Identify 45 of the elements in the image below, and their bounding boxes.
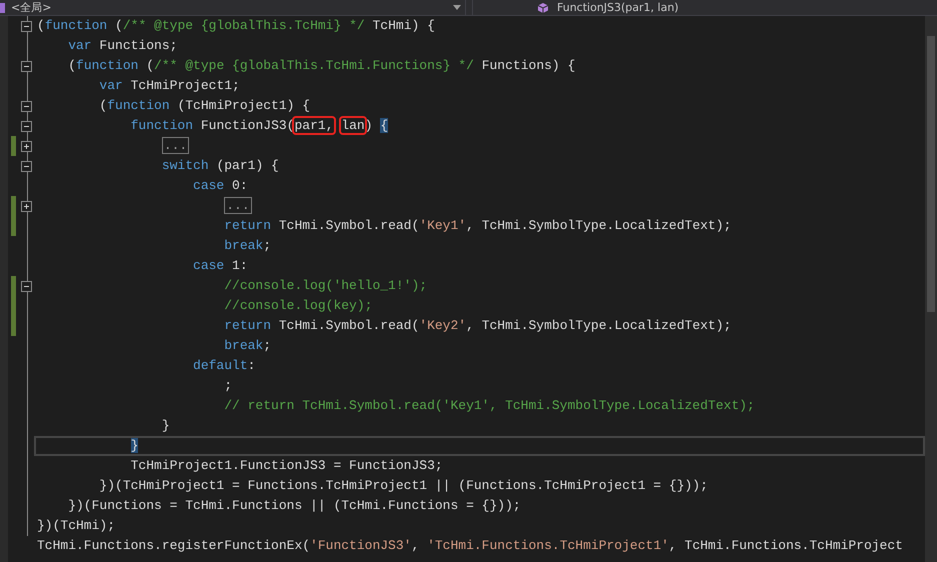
collapsed-region-button[interactable]: ... [162, 137, 190, 154]
collapse-toggle[interactable] [21, 60, 32, 72]
collapse-toggle[interactable] [21, 20, 32, 32]
collapse-toggle[interactable] [21, 120, 32, 132]
scope-dropdown[interactable]: <全局> [0, 0, 466, 15]
code-line: default: [192, 357, 256, 375]
code-line: ; [223, 377, 234, 395]
code-line: switch (par1) { [160, 157, 280, 175]
code-line: (function (/** @type {globalThis.TcHmi} */ TcHmi) { [36, 17, 436, 35]
expand-toggle[interactable] [21, 200, 32, 212]
caret-icon [453, 5, 461, 10]
collapse-toggle[interactable] [21, 100, 32, 112]
code-line: })(TcHmiProject1 = Functions.TcHmiProject1 || (Functions.TcHmiProject1 = {})); [98, 477, 709, 495]
code-line: (function (/** @type {globalThis.TcHmi.Functions} */ Functions) { [67, 57, 576, 75]
scrollbar-track[interactable] [925, 16, 937, 562]
code-line: case 1: [192, 257, 249, 275]
member-dropdown[interactable]: FunctionJS3(par1, lan) [472, 0, 937, 15]
code-line: (function (TcHmiProject1) { [98, 97, 312, 115]
highlight-box: lan [341, 118, 365, 133]
expand-toggle[interactable] [21, 140, 32, 152]
code-line: } [160, 417, 171, 435]
code-line: var TcHmiProject1; [98, 77, 241, 95]
code-line: // return TcHmi.Symbol.read('Key1', TcHmi.SymbolType.LocalizedText); [223, 397, 756, 415]
collapse-toggle[interactable] [21, 160, 32, 172]
collapse-toggle[interactable] [21, 280, 32, 292]
project-icon [0, 2, 5, 12]
scrollbar-thumb[interactable] [927, 36, 935, 312]
code-line: //console.log(key); [223, 297, 374, 315]
code-line: break; [223, 337, 272, 355]
code-line: TcHmi.Functions.registerFunctionEx('FunctionJS3', 'TcHmi.Functions.TcHmiProject1', TcHmi.Functions.TcHmiProject [36, 537, 904, 555]
code-text: ) [364, 118, 374, 133]
code-line: })(TcHmi); [36, 517, 116, 535]
brace-highlight: } [130, 438, 138, 453]
code-line: return TcHmi.Symbol.read('Key1', TcHmi.SymbolType.LocalizedText); [223, 217, 732, 235]
brace-highlight: { [380, 118, 388, 133]
code-line: break; [223, 237, 272, 255]
collapsed-region-button[interactable]: ... [224, 197, 252, 214]
code-line: case 0: [192, 177, 249, 195]
code-line: var Functions; [67, 37, 178, 55]
code-text: function [130, 118, 194, 133]
highlight-box: par1, [294, 118, 334, 133]
code-line: //console.log('hello_1!'); [223, 277, 428, 295]
code-line: TcHmiProject1.FunctionJS3 = FunctionJS3; [130, 457, 444, 475]
code-line: return TcHmi.Symbol.read('Key2', TcHmi.SymbolType.LocalizedText); [223, 317, 732, 335]
code-line: })(Functions = TcHmi.Functions || (TcHmi.Functions = {})); [67, 497, 522, 515]
